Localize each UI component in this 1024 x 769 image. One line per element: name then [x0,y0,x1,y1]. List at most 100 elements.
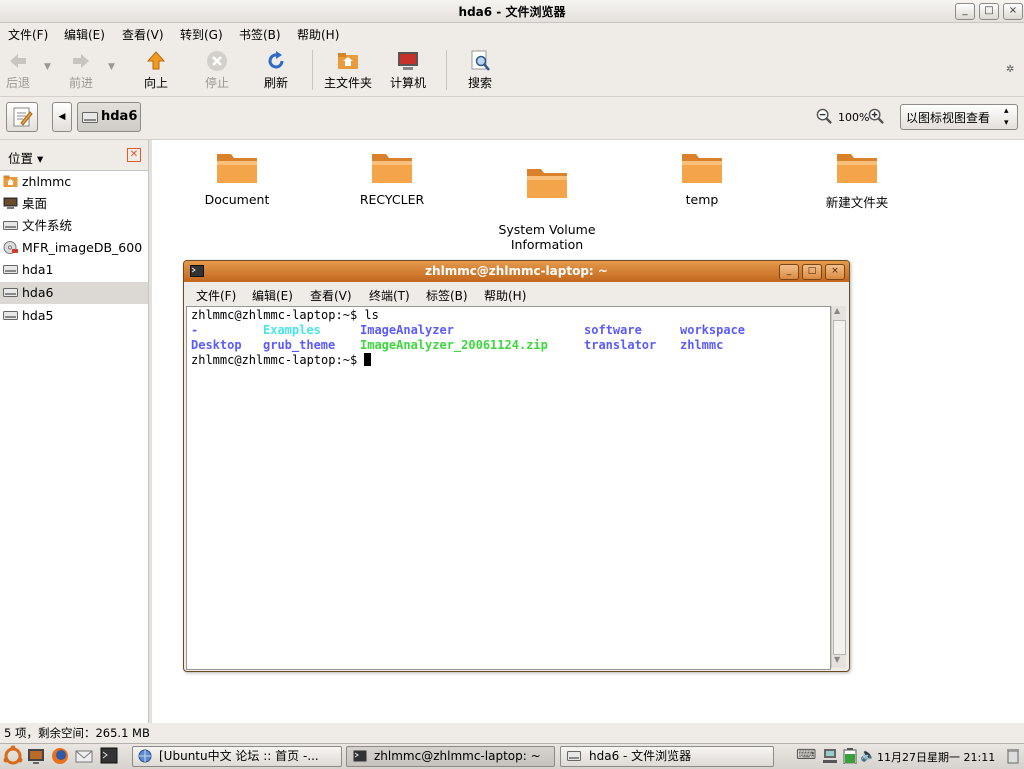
window-titlebar[interactable]: hda6 - 文件浏览器 _ □ × [0,0,1024,23]
ubuntu-logo-icon[interactable] [2,745,24,767]
home-folder-icon [338,53,358,69]
file-item-document[interactable]: Document [167,150,307,207]
file-item-new-folder[interactable]: 新建文件夹 [787,150,927,211]
terminal-close-button[interactable]: × [825,264,845,280]
ls-entry: grub_theme [263,338,336,352]
task-file-browser[interactable]: hda6 - 文件浏览器 [560,746,774,767]
chevron-down-icon[interactable]: ▼ [108,62,115,72]
keyboard-icon[interactable]: ⌨ [796,747,816,763]
sidebar-item-hda1[interactable]: hda1 [0,259,148,281]
drive-icon [3,265,18,274]
computer-button[interactable]: 计算机 [378,50,438,91]
home-button[interactable]: 主文件夹 [318,50,378,91]
sidebar-item-hda5[interactable]: hda5 [0,305,148,327]
terminal-menu-help[interactable]: 帮助(H) [484,287,526,304]
toggle-location-button[interactable] [6,102,38,132]
menu-go[interactable]: 转到(G) [180,26,223,43]
folder-icon [837,154,877,183]
terminal-line: zhlmmc@zhlmmc-laptop:~$ ls [191,308,379,322]
terminal-menu-terminal[interactable]: 终端(T) [369,287,410,304]
folder-icon [372,154,412,183]
forward-button[interactable]: 前进 [51,50,111,91]
drive-icon [82,112,98,123]
drive-icon [3,311,18,320]
terminal-menu-file[interactable]: 文件(F) [196,287,236,304]
menu-bookmarks[interactable]: 书签(B) [239,26,281,43]
task-terminal[interactable]: zhlmmc@zhlmmc-laptop: ~ [346,746,555,767]
status-bar: 5 项，剩余空间：265.1 MB [4,726,150,740]
sidebar-item-mfr-imagedb[interactable]: MFR_imageDB_600 [0,237,148,259]
zoom-level[interactable]: 100% [838,111,869,124]
up-button[interactable]: 向上 [126,50,186,91]
task-browser[interactable]: [Ubuntu中文 论坛 :: 首页 -... [132,746,342,767]
zoom-in-icon[interactable] [868,108,885,125]
view-mode-select[interactable]: 以图标视图查看 ▴ ▾ [900,104,1018,130]
scroll-down-icon: ▼ [834,655,841,664]
ls-entry: Examples [263,323,321,337]
terminal-maximize-button[interactable]: □ [802,264,822,280]
scroll-up-icon: ▲ [834,306,841,315]
trash-icon[interactable] [1006,748,1020,764]
folder-icon [217,154,257,183]
terminal-menu-view[interactable]: 查看(V) [310,287,352,304]
reload-icon [268,51,284,69]
search-button[interactable]: 搜索 [450,50,510,91]
firefox-icon[interactable] [50,747,70,765]
menu-view[interactable]: 查看(V) [122,26,164,43]
terminal-window[interactable]: zhlmmc@zhlmmc-laptop: ~ _ □ × 文件(F) 编辑(E… [183,260,850,672]
back-button[interactable]: 后退 [0,50,48,91]
scrollbar-thumb[interactable] [833,320,846,655]
terminal-scrollbar[interactable]: ▲ ▼ [831,306,846,668]
zoom-out-icon[interactable] [816,108,833,125]
ls-entry: translator [584,338,657,352]
drive-icon [567,751,581,761]
menu-edit[interactable]: 编辑(E) [64,26,105,43]
arrow-up-icon [146,51,166,70]
sidebar-item-desktop[interactable]: 桌面 [0,193,148,215]
terminal-menu-tabs[interactable]: 标签(B) [426,287,468,304]
menu-bar: 文件(F) 编辑(E) 查看(V) 转到(G) 书签(B) 帮助(H) [0,23,1024,43]
throbber-icon: ✲ [1006,64,1015,75]
drive-icon [3,288,18,297]
clock[interactable]: 11月27日星期一 21:11 [877,749,995,765]
sidebar-item-filesystem[interactable]: 文件系统 [0,215,148,237]
file-item-temp[interactable]: temp [632,150,772,207]
minimize-button[interactable]: _ [955,3,975,20]
battery-icon[interactable] [843,748,857,764]
desktop-icon [3,197,18,209]
menu-help[interactable]: 帮助(H) [297,26,339,43]
spin-arrows-icon: ▴ ▾ [1004,106,1009,128]
computer-icon [398,52,418,70]
sidebar-item-hda6[interactable]: hda6 [0,282,148,304]
terminal-minimize-button[interactable]: _ [779,264,799,280]
terminal-icon [353,750,367,762]
terminal-menu-edit[interactable]: 编辑(E) [252,287,293,304]
toolbar: 后退 ▼ 前进 ▼ 向上 停止 刷新 主文件夹 计算机 搜索 ✲ [0,44,1024,97]
file-item-system-volume-information[interactable]: System Volume Information [477,150,617,252]
side-pane-selector[interactable]: 位置 ▾ [8,148,43,167]
file-item-recycler[interactable]: RECYCLER [322,150,462,207]
ls-entry: workspace [680,323,746,337]
ls-entry: Desktop [191,338,242,352]
reload-button[interactable]: 刷新 [246,50,306,91]
menu-file[interactable]: 文件(F) [8,26,48,43]
show-desktop-icon[interactable] [27,747,45,765]
stop-button[interactable]: 停止 [187,50,247,91]
folder-icon [527,169,567,198]
maximize-button[interactable]: □ [979,3,999,20]
sidebar-item-zhlmmc[interactable]: zhlmmc [0,171,148,193]
terminal-icon[interactable] [99,747,119,765]
volume-icon[interactable]: 🔈 [860,748,876,763]
path-scroll-left-button[interactable]: ◀ [52,102,72,132]
close-button[interactable]: × [1003,3,1023,20]
close-pane-icon[interactable]: ✕ [127,148,141,162]
terminal-screen[interactable]: zhlmmc@zhlmmc-laptop:~$ ls - Examples Im… [186,306,831,670]
terminal-cursor [364,353,372,366]
terminal-titlebar[interactable]: zhlmmc@zhlmmc-laptop: ~ _ □ × [184,261,849,282]
path-button-hda6[interactable]: hda6 [77,102,141,132]
location-bar: ◀ hda6 100% 以图标视图查看 ▴ ▾ [0,97,1024,140]
network-icon[interactable] [822,748,838,764]
mail-icon[interactable] [75,747,93,765]
chevron-down-icon[interactable]: ▼ [44,62,51,72]
ls-entry: - [191,323,199,337]
